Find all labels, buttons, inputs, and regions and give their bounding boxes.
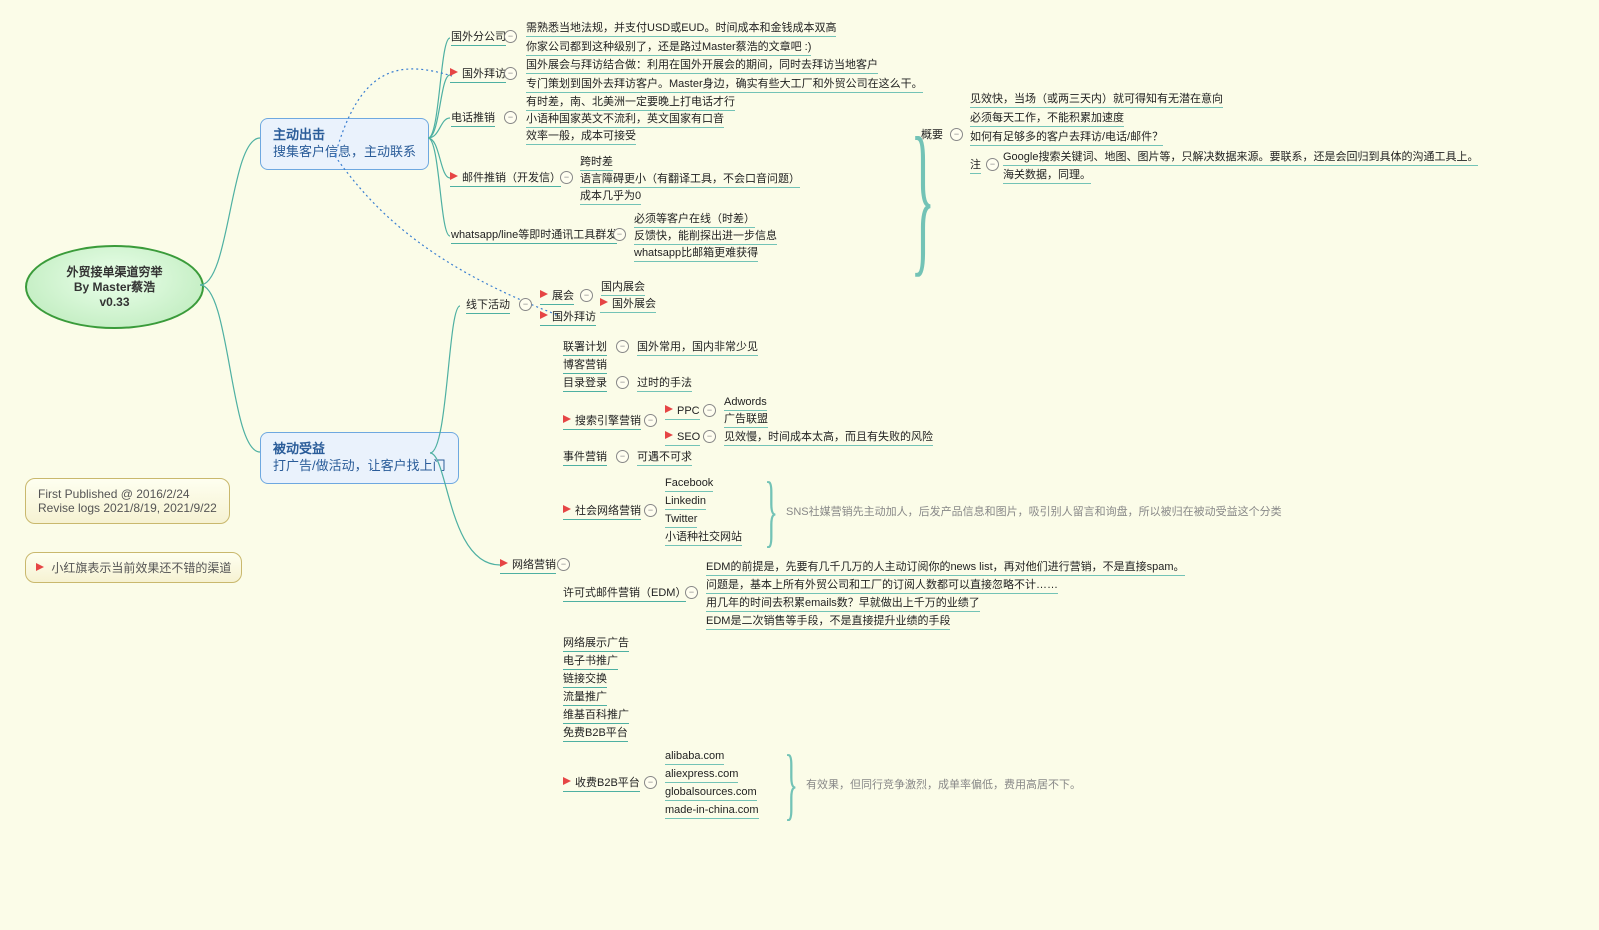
node-edm4[interactable]: EDM是二次销售等手段，不是直接提升业绩的手段 xyxy=(706,614,950,630)
node-b1c5b[interactable]: 反馈快，能削探出进一步信息 xyxy=(634,229,777,245)
node-gy-d2[interactable]: 海关数据，同理。 xyxy=(1003,168,1091,184)
annot-b2b: 有效果，但同行竞争激烈，成单率偏低，费用高居不下。 xyxy=(806,776,1081,792)
node-b1c1[interactable]: 国外分公司 xyxy=(451,30,506,46)
node-b1c3b[interactable]: 小语种国家英文不流利，英文国家有口音 xyxy=(526,112,724,128)
brace-sns: } xyxy=(764,466,777,557)
collapse-icon[interactable]: − xyxy=(616,340,629,353)
node-globalsources[interactable]: globalsources.com xyxy=(665,785,757,801)
collapse-icon[interactable]: − xyxy=(580,289,593,302)
node-ebook[interactable]: 电子书推广 xyxy=(563,654,618,670)
node-b1c4a[interactable]: 跨时差 xyxy=(580,155,613,171)
node-exh-intl[interactable]: 国外展会 xyxy=(600,297,656,313)
collapse-icon[interactable]: − xyxy=(644,414,657,427)
node-freeb2b[interactable]: 免费B2B平台 xyxy=(563,726,628,742)
node-b1c5c[interactable]: whatsapp比邮箱更难获得 xyxy=(634,246,758,262)
collapse-icon[interactable]: − xyxy=(504,67,517,80)
node-paidb2b[interactable]: 收费B2B平台 xyxy=(563,776,640,792)
node-b1c5[interactable]: whatsapp/line等即时通讯工具群发 xyxy=(451,228,617,244)
node-banner[interactable]: 网络展示广告 xyxy=(563,636,629,652)
node-adwords[interactable]: Adwords xyxy=(724,395,767,411)
node-fb[interactable]: Facebook xyxy=(665,476,713,492)
collapse-icon[interactable]: − xyxy=(519,298,532,311)
node-alibaba[interactable]: alibaba.com xyxy=(665,749,724,765)
node-b1c2a[interactable]: 国外展会与拜访结合做：利用在国外开展会的期间，同时去拜访当地客户 xyxy=(526,58,878,74)
node-sns[interactable]: 社会网络营销 xyxy=(563,504,641,520)
node-affiliate-n[interactable]: 国外常用，国内非常少见 xyxy=(637,340,758,356)
node-edm3[interactable]: 用几年的时间去积累emails数？早就做出上千万的业绩了 xyxy=(706,596,980,612)
node-gaiyao[interactable]: 概要 xyxy=(921,128,943,143)
collapse-icon[interactable]: − xyxy=(504,111,517,124)
node-b1c2b[interactable]: 专门策划到国外去拜访客户。Master身边，确实有些大工厂和外贸公司在这么干。 xyxy=(526,77,923,93)
node-netmarketing[interactable]: 网络营销 xyxy=(500,558,556,574)
node-event[interactable]: 事件营销 xyxy=(563,450,607,466)
node-gy-b[interactable]: 必须每天工作，不能积累加速度 xyxy=(970,111,1124,127)
node-b1c3a[interactable]: 有时差，南、北美洲一定要晚上打电话才行 xyxy=(526,95,735,111)
node-b1c4c[interactable]: 成本几乎为0 xyxy=(580,189,641,205)
node-mic[interactable]: made-in-china.com xyxy=(665,803,759,819)
collapse-icon[interactable]: − xyxy=(616,450,629,463)
node-gy-a[interactable]: 见效快，当场（或两三天内）就可得知有无潜在意向 xyxy=(970,92,1223,108)
node-b1c3c[interactable]: 效率一般，成本可接受 xyxy=(526,129,636,145)
collapse-icon[interactable]: − xyxy=(616,376,629,389)
collapse-icon[interactable]: − xyxy=(644,776,657,789)
collapse-icon[interactable]: − xyxy=(950,128,963,141)
node-adunion[interactable]: 广告联盟 xyxy=(724,412,768,428)
brace-b2b: } xyxy=(784,739,797,830)
node-affiliate[interactable]: 联署计划 xyxy=(563,340,607,356)
collapse-icon[interactable]: − xyxy=(685,586,698,599)
mindmap-canvas: 外贸接单渠道穷举 By Master蔡浩 v0.33 First Publish… xyxy=(0,0,1599,930)
node-edm2[interactable]: 问题是，基本上所有外贸公司和工厂的订阅人数都可以直接忽略不计…… xyxy=(706,578,1058,594)
node-exh-dom[interactable]: 国内展会 xyxy=(601,280,645,296)
node-b1c1b[interactable]: 你家公司都到这种级别了，还是路过Master蔡浩的文章吧 :) xyxy=(526,40,811,56)
collapse-icon[interactable]: − xyxy=(613,228,626,241)
node-event-n[interactable]: 可遇不可求 xyxy=(637,450,692,466)
node-traffic[interactable]: 流量推广 xyxy=(563,690,607,706)
node-seo[interactable]: SEO xyxy=(665,430,700,446)
node-catalog[interactable]: 目录登录 xyxy=(563,376,607,392)
node-gy-d[interactable]: 注 xyxy=(970,158,981,174)
collapse-icon[interactable]: − xyxy=(557,558,570,571)
node-blog[interactable]: 博客营销 xyxy=(563,358,607,374)
node-aliexpress[interactable]: aliexpress.com xyxy=(665,767,738,783)
node-seo-n[interactable]: 见效慢，时间成本太高，而且有失败的风险 xyxy=(724,430,933,446)
node-smalllang[interactable]: 小语种社交网站 xyxy=(665,530,742,546)
collapse-icon[interactable]: − xyxy=(644,504,657,517)
collapse-icon[interactable]: − xyxy=(986,158,999,171)
node-tw[interactable]: Twitter xyxy=(665,512,697,528)
node-visit[interactable]: 国外拜访 xyxy=(540,310,596,326)
node-b1c4b[interactable]: 语言障碍更小（有翻译工具，不会口音问题） xyxy=(580,172,800,188)
node-edm[interactable]: 许可式邮件营销（EDM） xyxy=(563,586,686,602)
node-offline[interactable]: 线下活动 xyxy=(466,298,510,314)
node-gy-c[interactable]: 如何有足够多的客户去拜访/电话/邮件？ xyxy=(970,130,1163,146)
collapse-icon[interactable]: − xyxy=(703,430,716,443)
collapse-icon[interactable]: − xyxy=(504,30,517,43)
node-b1c5a[interactable]: 必须等客户在线（时差） xyxy=(634,212,755,228)
annot-sns: SNS社媒营销先主动加人，后发产品信息和图片，吸引别人留言和询盘，所以被归在被动… xyxy=(786,503,1282,519)
collapse-icon[interactable]: − xyxy=(703,404,716,417)
node-edm1[interactable]: EDM的前提是，先要有几千几万的人主动订阅你的news list，再对他们进行营… xyxy=(706,560,1185,576)
node-exhibition[interactable]: 展会 xyxy=(540,289,574,305)
node-ppc[interactable]: PPC xyxy=(665,404,700,420)
node-linkex[interactable]: 链接交换 xyxy=(563,672,607,688)
node-b1c4[interactable]: 邮件推销（开发信） xyxy=(450,171,561,187)
node-sem[interactable]: 搜索引擎营销 xyxy=(563,414,641,430)
node-b1c1a[interactable]: 需熟悉当地法规，并支付USD或EUD。时间成本和金钱成本双高 xyxy=(526,21,836,37)
node-li[interactable]: Linkedin xyxy=(665,494,706,510)
node-b1c3[interactable]: 电话推销 xyxy=(451,111,495,127)
connectors xyxy=(0,0,1599,930)
node-gy-d1[interactable]: Google搜索关键词、地图、图片等，只解决数据来源。要联系，还是会回归到具体的… xyxy=(1003,150,1478,166)
collapse-icon[interactable]: − xyxy=(560,171,573,184)
node-catalog-n[interactable]: 过时的手法 xyxy=(637,376,692,392)
node-b1c2[interactable]: 国外拜访 xyxy=(450,67,506,83)
node-wiki[interactable]: 维基百科推广 xyxy=(563,708,629,724)
